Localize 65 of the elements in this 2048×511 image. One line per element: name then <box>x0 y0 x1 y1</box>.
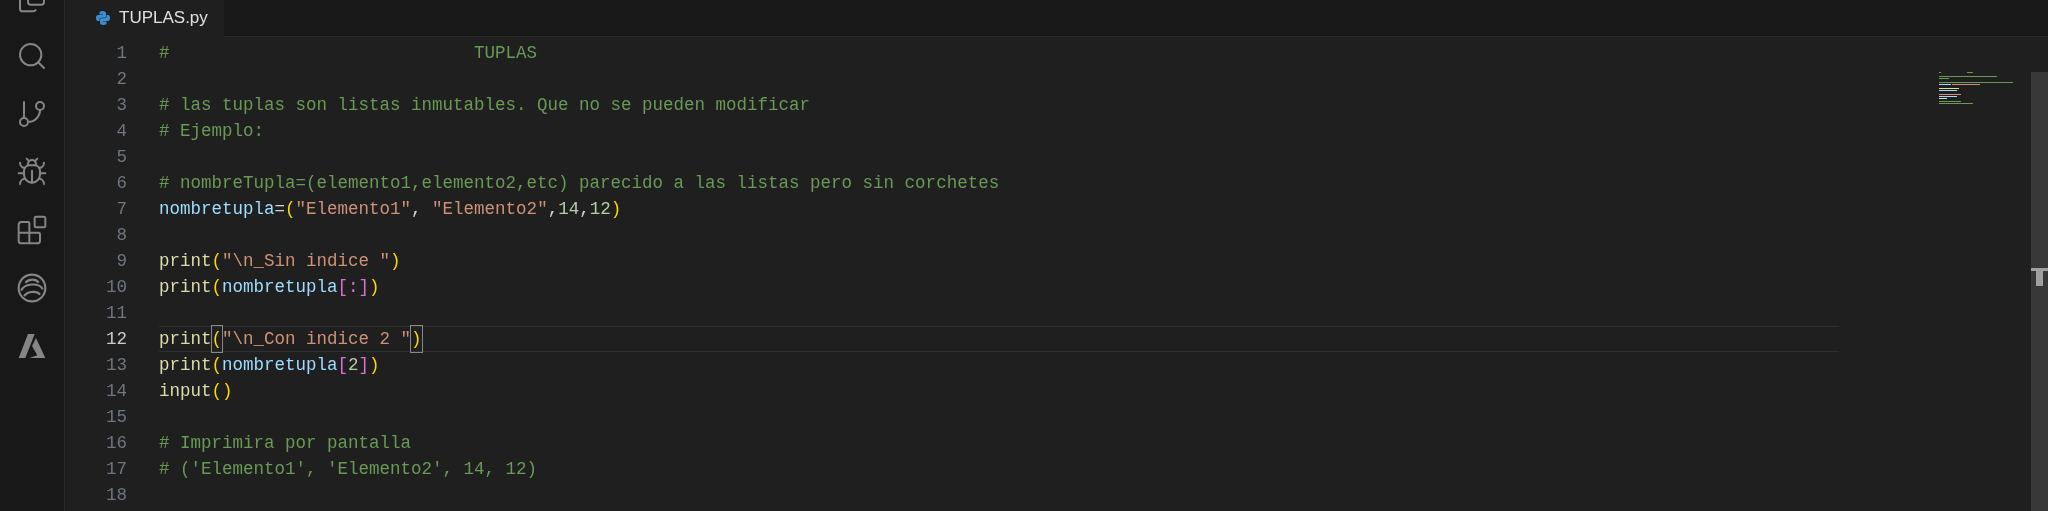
line-number: 11 <box>105 301 127 325</box>
code-token: print <box>159 327 212 351</box>
code-token: ( <box>285 197 296 221</box>
code-token: [ <box>337 353 349 377</box>
code-token: 2 <box>348 353 359 377</box>
line-number: 14 <box>105 379 127 403</box>
code-token: "\n_Sin indice " <box>222 249 391 273</box>
line-number: 13 <box>105 353 127 377</box>
scrollbar-track[interactable] <box>2031 72 2048 511</box>
scroll-position-marker <box>2031 268 2048 286</box>
code-token: ) <box>369 275 380 299</box>
code-token: , <box>547 197 559 221</box>
code-token: = <box>274 197 286 221</box>
code-token: ( <box>211 353 223 377</box>
code-token: 14 <box>558 197 580 221</box>
line-number: 1 <box>115 41 127 65</box>
line-number: 18 <box>105 483 127 507</box>
line-number: 3 <box>115 93 127 117</box>
code-token: nombretupla <box>159 197 275 221</box>
code-comment: # TUPLAS <box>159 41 538 65</box>
code-token: () <box>211 379 233 403</box>
line-number: 15 <box>105 405 127 429</box>
code-comment: # Ejemplo: <box>159 119 265 143</box>
code-token: ( <box>211 325 223 353</box>
search-icon[interactable] <box>16 40 48 72</box>
code-token: [:] <box>337 275 370 299</box>
code-token: , <box>411 197 423 221</box>
code-comment: # las tuplas son listas inmutables. Que no se pueden modificar <box>159 93 811 117</box>
code-token: "Elemento1" <box>295 197 412 221</box>
code-token: nombretupla <box>222 275 338 299</box>
swirl-icon[interactable] <box>16 272 48 304</box>
python-icon <box>95 10 111 26</box>
code-token: ) <box>369 353 380 377</box>
code-token: print <box>159 275 212 299</box>
code-token: nombretupla <box>222 353 338 377</box>
code-token: input <box>159 379 212 403</box>
code-token: ( <box>211 249 223 273</box>
branch-icon[interactable] <box>16 98 48 130</box>
line-number: 4 <box>115 119 127 143</box>
code-token: "\n_Con indice 2 " <box>222 327 412 351</box>
code-token: ) <box>390 249 401 273</box>
code-token: print <box>159 249 212 273</box>
code-comment: # nombreTupla=(elemento1,elemento2,etc) parecido a las listas pero sin corchetes <box>159 171 1000 195</box>
blocks-icon[interactable] <box>16 214 48 246</box>
code-token: ) <box>411 325 422 353</box>
code-token: ) <box>610 197 622 221</box>
code-comment: # Imprimira por pantalla <box>159 431 412 455</box>
code-token: 12 <box>589 197 611 221</box>
line-number: 5 <box>115 145 127 169</box>
code-token: ] <box>358 353 370 377</box>
code-token: , <box>579 197 590 221</box>
line-number: 7 <box>115 197 127 221</box>
code-comment: # ('Elemento1', 'Elemento2', 14, 12) <box>159 457 538 481</box>
code-token: print <box>159 353 212 377</box>
line-number: 12 <box>105 327 127 351</box>
line-number: 10 <box>105 275 127 299</box>
code-token: "Elemento2" <box>432 197 548 221</box>
line-number: 6 <box>115 171 127 195</box>
line-number: 2 <box>115 67 127 91</box>
line-number: 8 <box>115 223 127 247</box>
bug-icon[interactable] <box>16 156 48 188</box>
code-token: ( <box>211 275 223 299</box>
line-number: 16 <box>105 431 127 455</box>
line-number: 9 <box>115 249 127 273</box>
line-number: 17 <box>105 457 127 481</box>
